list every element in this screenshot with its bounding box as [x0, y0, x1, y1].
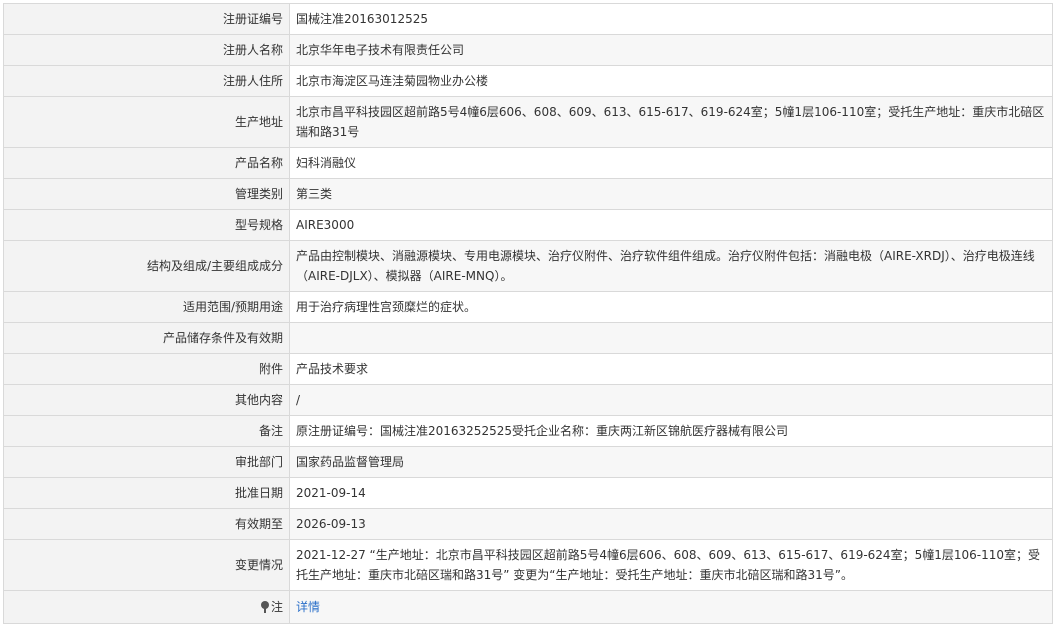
- note-row: 注 详情: [3, 590, 1053, 624]
- note-label: 注: [270, 600, 283, 614]
- row-value: AIRE3000: [289, 209, 1053, 241]
- row-value: 第三类: [289, 178, 1053, 210]
- row-value: 国械注准20163012525: [289, 3, 1053, 35]
- row-value: [289, 322, 1053, 354]
- table-row: 生产地址 北京市昌平科技园区超前路5号4幢6层606、608、609、613、6…: [3, 96, 1053, 148]
- table-row: 注册人住所 北京市海淀区马连洼菊园物业办公楼: [3, 65, 1053, 97]
- row-label: 其他内容: [3, 384, 290, 416]
- details-link[interactable]: 详情: [296, 600, 320, 614]
- row-value: /: [289, 384, 1053, 416]
- row-label: 型号规格: [3, 209, 290, 241]
- table-row: 变更情况 2021-12-27 “生产地址：北京市昌平科技园区超前路5号4幢6层…: [3, 539, 1053, 591]
- row-label: 注册人名称: [3, 34, 290, 66]
- row-value: 产品技术要求: [289, 353, 1053, 385]
- table-row: 管理类别 第三类: [3, 178, 1053, 210]
- row-label: 结构及组成/主要组成成分: [3, 240, 290, 292]
- row-label: 生产地址: [3, 96, 290, 148]
- table-row: 审批部门 国家药品监督管理局: [3, 446, 1053, 478]
- note-value-cell: 详情: [289, 590, 1053, 624]
- row-value: 原注册证编号：国械注准20163252525受托企业名称：重庆两江新区锦航医疗器…: [289, 415, 1053, 447]
- row-value: 用于治疗病理性宫颈糜烂的症状。: [289, 291, 1053, 323]
- row-label: 有效期至: [3, 508, 290, 540]
- row-label: 附件: [3, 353, 290, 385]
- table-row: 产品储存条件及有效期: [3, 322, 1053, 354]
- row-label: 产品储存条件及有效期: [3, 322, 290, 354]
- row-label: 审批部门: [3, 446, 290, 478]
- table-row: 适用范围/预期用途 用于治疗病理性宫颈糜烂的症状。: [3, 291, 1053, 323]
- row-value: 北京市海淀区马连洼菊园物业办公楼: [289, 65, 1053, 97]
- row-value: 2026-09-13: [289, 508, 1053, 540]
- table-row: 附件 产品技术要求: [3, 353, 1053, 385]
- note-label-cell: 注: [3, 590, 290, 624]
- table-row: 产品名称 妇科消融仪: [3, 147, 1053, 179]
- row-value: 妇科消融仪: [289, 147, 1053, 179]
- row-label: 管理类别: [3, 178, 290, 210]
- pin-icon: [260, 601, 270, 613]
- table-row: 其他内容 /: [3, 384, 1053, 416]
- row-label: 注册人住所: [3, 65, 290, 97]
- registration-detail-table: 注册证编号 国械注准20163012525 注册人名称 北京华年电子技术有限责任…: [3, 3, 1053, 624]
- table-row: 备注 原注册证编号：国械注准20163252525受托企业名称：重庆两江新区锦航…: [3, 415, 1053, 447]
- row-value: 北京市昌平科技园区超前路5号4幢6层606、608、609、613、615-61…: [289, 96, 1053, 148]
- row-label: 批准日期: [3, 477, 290, 509]
- row-value: 北京华年电子技术有限责任公司: [289, 34, 1053, 66]
- row-label: 适用范围/预期用途: [3, 291, 290, 323]
- row-label: 备注: [3, 415, 290, 447]
- table-row: 型号规格 AIRE3000: [3, 209, 1053, 241]
- row-value: 国家药品监督管理局: [289, 446, 1053, 478]
- row-value: 产品由控制模块、消融源模块、专用电源模块、治疗仪附件、治疗软件组件组成。治疗仪附…: [289, 240, 1053, 292]
- table-row: 注册证编号 国械注准20163012525: [3, 3, 1053, 35]
- table-row: 有效期至 2026-09-13: [3, 508, 1053, 540]
- row-label: 变更情况: [3, 539, 290, 591]
- row-label: 产品名称: [3, 147, 290, 179]
- row-value: 2021-09-14: [289, 477, 1053, 509]
- table-row: 批准日期 2021-09-14: [3, 477, 1053, 509]
- table-row: 注册人名称 北京华年电子技术有限责任公司: [3, 34, 1053, 66]
- table-row: 结构及组成/主要组成成分 产品由控制模块、消融源模块、专用电源模块、治疗仪附件、…: [3, 240, 1053, 292]
- row-label: 注册证编号: [3, 3, 290, 35]
- row-value: 2021-12-27 “生产地址：北京市昌平科技园区超前路5号4幢6层606、6…: [289, 539, 1053, 591]
